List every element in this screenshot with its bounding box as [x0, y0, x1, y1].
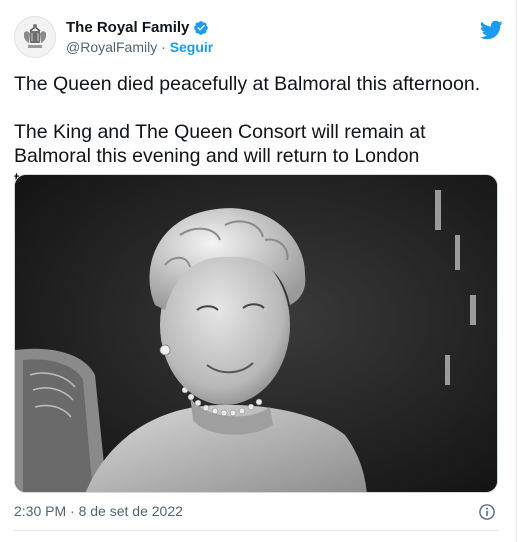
divider: [14, 530, 498, 531]
handle-row: @RoyalFamily · Seguir: [66, 39, 213, 55]
account-handle[interactable]: @RoyalFamily: [66, 39, 157, 55]
follow-button[interactable]: Seguir: [170, 39, 214, 55]
tweet-timestamp[interactable]: 2:30 PM · 8 de set de 2022: [14, 503, 183, 519]
tweet-header: The Royal Family @RoyalFamily · Seguir: [14, 12, 509, 60]
name-row: The Royal Family: [66, 19, 209, 36]
twitter-bird-icon[interactable]: [479, 18, 503, 42]
verified-badge-icon: [194, 20, 209, 35]
portrait-photo: [15, 175, 497, 492]
tweet-paragraph: The Queen died peacefully at Balmoral th…: [14, 73, 481, 95]
account-name[interactable]: The Royal Family: [66, 19, 189, 36]
avatar[interactable]: [14, 16, 56, 58]
tweet-card: The Royal Family @RoyalFamily · Seguir T…: [0, 0, 517, 542]
handle-separator: ·: [157, 39, 170, 55]
coat-of-arms-icon: [24, 24, 46, 48]
tweet-meta: 2:30 PM · 8 de set de 2022: [14, 503, 498, 523]
info-icon[interactable]: [478, 503, 496, 521]
tweet-photo[interactable]: [14, 174, 498, 493]
